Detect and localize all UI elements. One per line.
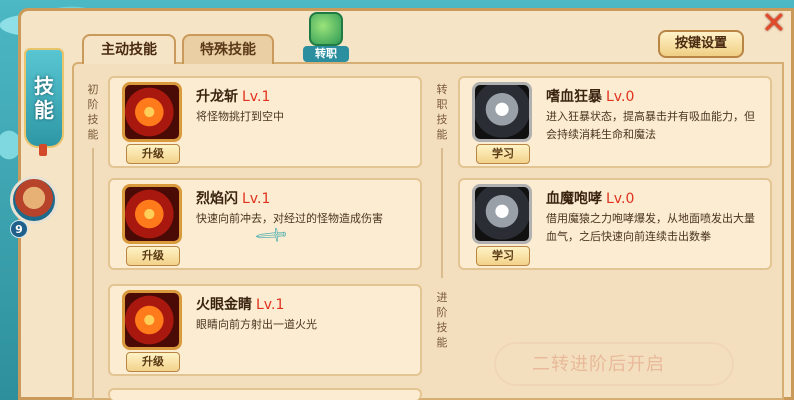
book-icon	[309, 12, 343, 46]
banner-tassel	[39, 144, 47, 156]
job-transfer-button[interactable]: 转职	[303, 12, 349, 64]
banner-char-2: 能	[34, 98, 54, 122]
upgrade-button[interactable]: 升级	[126, 246, 180, 266]
learn-button[interactable]: 学习	[476, 246, 530, 266]
skill-name-row: 烈焰闪 Lv.1	[196, 188, 270, 208]
skill-name: 火眼金睛	[196, 297, 252, 313]
skill-card[interactable]: 升级 升龙斩 Lv.1 将怪物挑打到空中	[108, 76, 422, 168]
section-job-skills: 转 职 技 能	[433, 82, 451, 142]
section-char: 技	[87, 113, 99, 126]
skill-level: Lv.0	[606, 89, 635, 105]
section-char: 进	[436, 291, 448, 304]
skill-description: 将怪物挑打到空中	[196, 110, 284, 123]
learn-button[interactable]: 学习	[476, 144, 530, 164]
skill-description: 进入狂暴状态，提高暴击并有吸血能力，但会持续消耗生命和魔法	[546, 110, 755, 141]
section-char: 技	[436, 113, 448, 126]
skill-description: 眼睛向前方射出一道火光	[196, 318, 317, 331]
skill-name: 嗜血狂暴	[546, 89, 602, 105]
skill-level: Lv.1	[256, 297, 285, 313]
locked-hint: 二转进阶后开启	[532, 354, 665, 375]
section-char: 阶	[87, 98, 99, 111]
player-avatar[interactable]	[10, 176, 58, 224]
section-char: 能	[87, 128, 99, 141]
fireball-icon	[122, 184, 182, 244]
roar-icon	[472, 184, 532, 244]
keybind-settings-button[interactable]: 按键设置	[658, 30, 744, 58]
skill-description: 借用魔猿之力咆哮爆发，从地面喷发出大量血气，之后快速向前连续击出数拳	[546, 212, 755, 243]
section-divider	[441, 148, 443, 278]
banner-char-1: 技	[34, 74, 54, 98]
skill-name-row: 火眼金睛 Lv.1	[196, 294, 284, 314]
section-char: 能	[436, 128, 448, 141]
skill-card[interactable]: 学习 嗜血狂暴 Lv.0 进入狂暴状态，提高暴击并有吸血能力，但会持续消耗生命和魔…	[458, 76, 772, 168]
fire-eyes-icon	[122, 290, 182, 350]
skill-name: 升龙斩	[196, 89, 238, 105]
berserk-icon	[472, 82, 532, 142]
skill-card[interactable]: 学习 血魔咆哮 Lv.0 借用魔猿之力咆哮爆发，从地面喷发出大量血气，之后快速向前…	[458, 178, 772, 270]
upgrade-button[interactable]: 升级	[126, 144, 180, 164]
section-advanced-skills: 进 阶 技 能	[433, 290, 451, 350]
section-char: 职	[436, 98, 448, 111]
avatar-level-badge: 9	[10, 220, 28, 238]
section-char: 技	[436, 321, 448, 334]
skills-banner: 技 能	[24, 48, 64, 148]
skill-level: Lv.0	[606, 191, 635, 207]
skill-card-partial	[108, 388, 422, 400]
section-basic-skills: 初 阶 技 能	[84, 82, 102, 142]
tab-active-skills[interactable]: 主动技能	[82, 34, 176, 64]
skill-description: 快速向前冲去，对经过的怪物造成伤害	[196, 212, 383, 225]
upgrade-button[interactable]: 升级	[126, 352, 180, 372]
tab-special-skills[interactable]: 特殊技能	[182, 34, 274, 64]
close-icon[interactable]: ✕	[758, 8, 790, 40]
section-divider	[92, 148, 94, 400]
skill-level: Lv.1	[242, 191, 271, 207]
job-transfer-label: 转职	[303, 46, 349, 62]
section-char: 初	[87, 83, 99, 96]
skill-name: 烈焰闪	[196, 191, 238, 207]
skill-level: Lv.1	[242, 89, 271, 105]
fire-slash-icon	[122, 82, 182, 142]
section-char: 阶	[436, 306, 448, 319]
section-char: 转	[436, 83, 448, 96]
skill-name-row: 血魔咆哮 Lv.0	[546, 188, 634, 208]
skill-name-row: 升龙斩 Lv.1	[196, 86, 270, 106]
skill-name-row: 嗜血狂暴 Lv.0	[546, 86, 634, 106]
skill-name: 血魔咆哮	[546, 191, 602, 207]
section-char: 能	[436, 336, 448, 349]
skill-card[interactable]: 升级 火眼金睛 Lv.1 眼睛向前方射出一道火光	[108, 284, 422, 376]
